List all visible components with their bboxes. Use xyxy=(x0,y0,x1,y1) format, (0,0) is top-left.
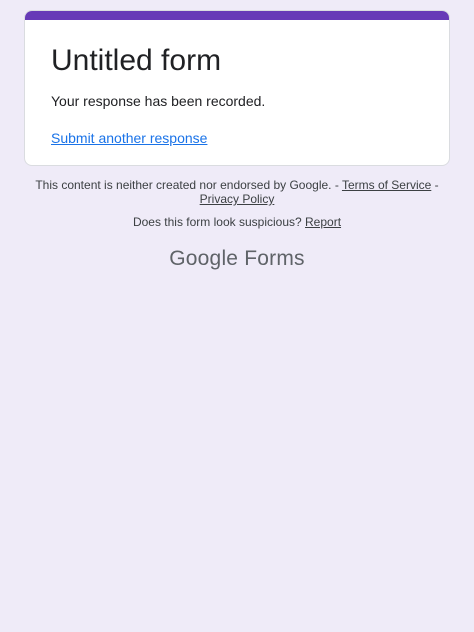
suspicious-notice: Does this form look suspicious? Report xyxy=(24,214,450,230)
submit-another-response-link[interactable]: Submit another response xyxy=(51,128,207,148)
terms-of-service-link[interactable]: Terms of Service xyxy=(342,178,431,192)
disclaimer-text: This content is neither created nor endo… xyxy=(35,178,342,192)
link-separator: - xyxy=(431,178,439,192)
disclaimer: This content is neither created nor endo… xyxy=(24,178,450,206)
google-forms-logo: Google Forms xyxy=(0,246,474,272)
report-link[interactable]: Report xyxy=(305,215,341,229)
suspicious-text: Does this form look suspicious? xyxy=(132,215,306,229)
google-wordmark: Google xyxy=(169,247,239,270)
response-card: Untitled form Your response has been rec… xyxy=(24,10,450,166)
forms-wordmark: Forms xyxy=(244,247,305,270)
card-accent-bar xyxy=(25,11,449,20)
confirmation-message: Your response has been recorded. xyxy=(51,93,266,109)
form-title: Untitled form xyxy=(51,44,222,77)
privacy-policy-link[interactable]: Privacy Policy xyxy=(200,192,275,206)
